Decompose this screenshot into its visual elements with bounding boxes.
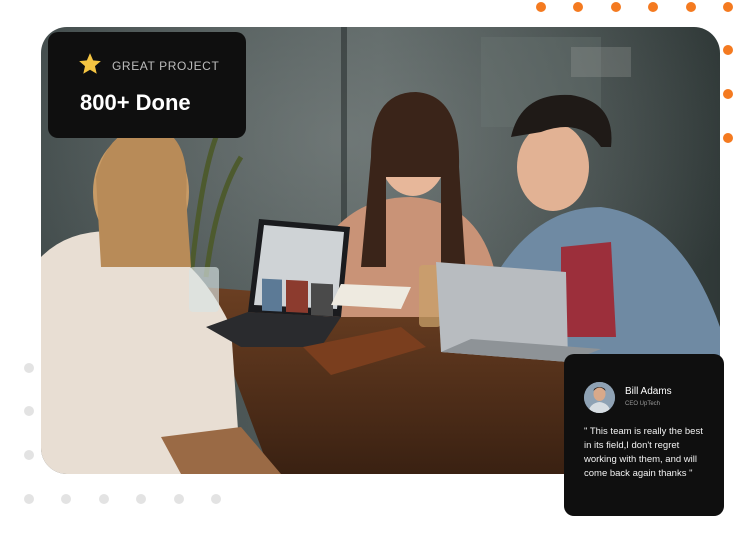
decor-dot [536, 2, 546, 12]
project-stats-card [48, 32, 246, 138]
testimonial-name: Bill Adams [625, 386, 672, 397]
decor-dot [723, 89, 733, 99]
decor-dot [686, 2, 696, 12]
decor-dot [648, 2, 658, 12]
testimonial-quote: " This team is really the best in its fi… [584, 426, 703, 479]
decor-dot [136, 494, 146, 504]
testimonial-role: CEO UpTech [625, 401, 661, 407]
decor-dot [723, 133, 733, 143]
decor-dot [99, 494, 109, 504]
decor-dot [723, 2, 733, 12]
star-icon [77, 51, 103, 77]
decor-dot [174, 494, 184, 504]
decor-dot [24, 450, 34, 460]
decor-dot [24, 363, 34, 373]
decor-dot [211, 494, 221, 504]
project-label: GREAT PROJECT [112, 59, 220, 73]
avatar [584, 382, 615, 413]
decor-dot [611, 2, 621, 12]
decor-dot [61, 494, 71, 504]
decor-dot [24, 406, 34, 416]
project-count: 800+ Done [80, 90, 191, 115]
decor-dot [723, 45, 733, 55]
decor-dot [573, 2, 583, 12]
decor-dot [24, 494, 34, 504]
